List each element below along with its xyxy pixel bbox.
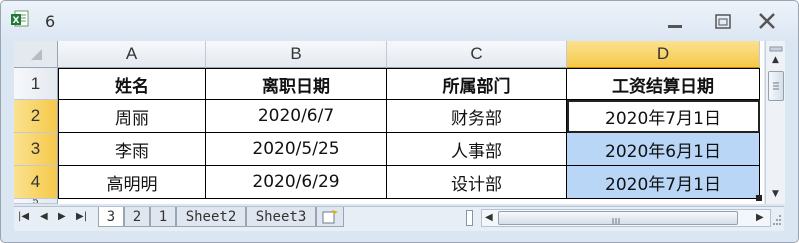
scroll-left-arrow-icon[interactable]: ◀ bbox=[485, 212, 493, 223]
row-header-4[interactable]: 4 bbox=[14, 166, 58, 199]
window-title: 6 bbox=[45, 12, 56, 31]
svg-text:X: X bbox=[13, 16, 20, 26]
fill-handle[interactable] bbox=[756, 195, 762, 201]
row-header-5[interactable]: 5 bbox=[14, 199, 58, 204]
vertical-scroll-thumb[interactable] bbox=[768, 71, 784, 101]
prev-sheet-arrow-icon[interactable]: ◀ bbox=[40, 211, 48, 222]
cell-d1[interactable]: 工资结算日期 bbox=[567, 68, 760, 100]
next-sheet-arrow-icon[interactable]: ▶ bbox=[58, 211, 66, 222]
excel-icon: X bbox=[10, 9, 29, 27]
column-header-d[interactable]: D bbox=[567, 41, 760, 68]
restore-button[interactable] bbox=[709, 11, 737, 33]
spreadsheet-window: X 6 A B C D 1 姓名 离职日期 所属部门 工资结算日期 2 周丽 2… bbox=[0, 0, 799, 243]
cell-d4[interactable]: 2020年7月1日 bbox=[567, 166, 760, 199]
sheet-tab-sheet3[interactable]: Sheet3 bbox=[246, 207, 316, 227]
last-sheet-arrow-icon[interactable]: ▶| bbox=[76, 211, 87, 222]
select-all-corner[interactable] bbox=[14, 41, 58, 68]
insert-sheet-icon[interactable] bbox=[316, 207, 344, 227]
resize-grip-icon[interactable] bbox=[772, 211, 782, 225]
column-header-b[interactable]: B bbox=[206, 41, 387, 68]
scroll-down-arrow-icon[interactable]: ▼ bbox=[767, 186, 784, 202]
cell-d2[interactable]: 2020年7月1日 bbox=[567, 100, 760, 133]
cell-b2[interactable]: 2020/6/7 bbox=[206, 100, 387, 133]
row-header-3[interactable]: 3 bbox=[14, 133, 58, 166]
vertical-scrollbar[interactable]: ▲ ▼ bbox=[765, 41, 785, 204]
scroll-up-arrow-icon[interactable]: ▲ bbox=[767, 52, 784, 68]
horizontal-scrollbar[interactable]: ◀ ▶ bbox=[481, 209, 771, 227]
column-header-c[interactable]: C bbox=[387, 41, 567, 68]
sheet-tab-2[interactable]: 2 bbox=[124, 207, 150, 227]
scroll-right-arrow-icon[interactable]: ▶ bbox=[756, 212, 764, 223]
tab-split-handle[interactable] bbox=[466, 210, 473, 226]
cell-c2[interactable]: 财务部 bbox=[387, 100, 567, 133]
minimize-button[interactable] bbox=[661, 11, 689, 33]
cell-c4[interactable]: 设计部 bbox=[387, 166, 567, 199]
sheet-tab-3[interactable]: 3 bbox=[98, 207, 124, 227]
sheet-tab-1[interactable]: 1 bbox=[150, 207, 176, 227]
column-header-a[interactable]: A bbox=[58, 41, 206, 68]
cell-c1[interactable]: 所属部门 bbox=[387, 68, 567, 100]
row-header-1[interactable]: 1 bbox=[14, 68, 58, 100]
cell-b4[interactable]: 2020/6/29 bbox=[206, 166, 387, 199]
cell-a2[interactable]: 周丽 bbox=[58, 100, 206, 133]
cell-d3[interactable]: 2020年6月1日 bbox=[567, 133, 760, 166]
sheet-tab-bar: |◀ ◀ ▶ ▶| 3 2 1 Sheet2 Sheet3 ◀ ▶ bbox=[14, 206, 784, 231]
cell-b1[interactable]: 离职日期 bbox=[206, 68, 387, 100]
worksheet-grid: A B C D 1 姓名 离职日期 所属部门 工资结算日期 2 周丽 2020/… bbox=[14, 41, 764, 204]
close-button[interactable] bbox=[753, 11, 781, 33]
first-sheet-arrow-icon[interactable]: |◀ bbox=[18, 211, 29, 222]
title-bar: X 6 bbox=[1, 1, 798, 39]
cell-a3[interactable]: 李雨 bbox=[58, 133, 206, 166]
cell-a4[interactable]: 高明明 bbox=[58, 166, 206, 199]
cell-a1[interactable]: 姓名 bbox=[58, 68, 206, 100]
sheet-tab-sheet2[interactable]: Sheet2 bbox=[176, 207, 246, 227]
horizontal-scroll-thumb[interactable] bbox=[498, 211, 738, 225]
cell-b3[interactable]: 2020/5/25 bbox=[206, 133, 387, 166]
cell-c3[interactable]: 人事部 bbox=[387, 133, 567, 166]
row-header-2[interactable]: 2 bbox=[14, 100, 58, 133]
